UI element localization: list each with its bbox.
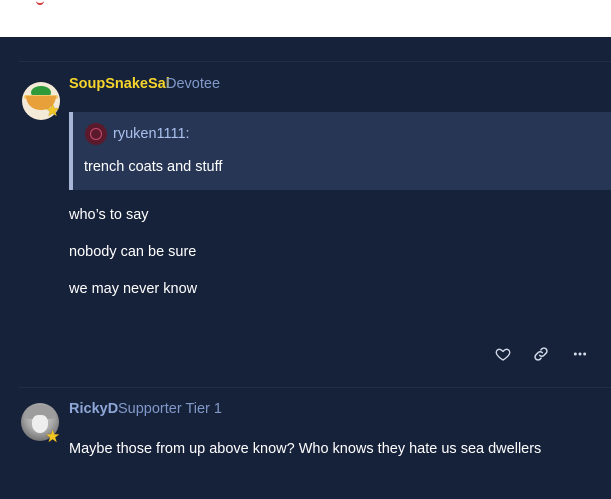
username[interactable]: SoupSnakeSal [69, 76, 170, 92]
post-line: who’s to say [69, 207, 149, 223]
user-title: Devotee [166, 76, 221, 92]
star-badge-icon: ★ [45, 101, 61, 120]
username[interactable]: RickyD [69, 401, 118, 417]
like-button[interactable] [494, 345, 512, 363]
post-line: nobody can be sure [69, 244, 197, 260]
quote-text: trench coats and stuff [84, 159, 223, 175]
ellipsis-icon [573, 352, 587, 356]
quote-username[interactable]: ryuken1111: [113, 126, 190, 142]
post-divider [19, 387, 611, 388]
heart-icon [495, 348, 511, 361]
star-badge-icon: ★ [45, 427, 61, 446]
user-title: Supporter Tier 1 [118, 401, 222, 417]
top-header-bar [0, 0, 611, 37]
copy-link-button[interactable] [532, 345, 550, 363]
header-logo-fragment [36, 0, 44, 5]
post-divider [19, 61, 611, 62]
link-icon [534, 347, 548, 361]
more-options-button[interactable] [571, 345, 589, 363]
quote-avatar[interactable] [85, 123, 107, 145]
post-text: Maybe those from up above know? Who know… [69, 441, 542, 457]
spider-emblem-icon [90, 128, 102, 140]
post-line: we may never know [69, 281, 198, 297]
quote-block: ryuken1111: trench coats and stuff [69, 112, 611, 190]
